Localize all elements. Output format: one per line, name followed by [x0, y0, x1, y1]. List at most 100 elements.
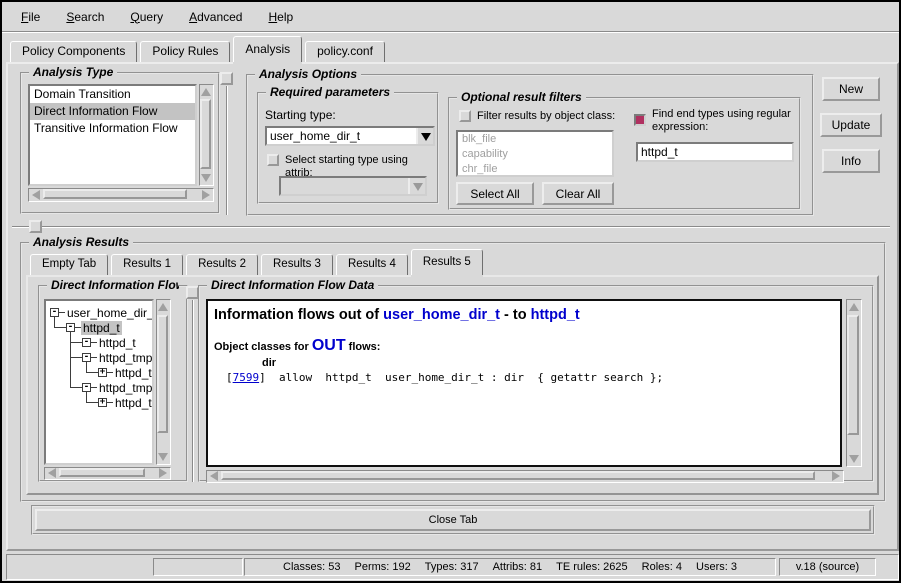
- data-vscrollbar[interactable]: [846, 299, 862, 467]
- list-item-direct-information-flow[interactable]: Direct Information Flow: [30, 103, 195, 120]
- collapse-icon[interactable]: -: [50, 308, 59, 317]
- tree-node[interactable]: -user_home_dir_t: [50, 305, 154, 320]
- tree-node-label[interactable]: httpd_t: [97, 336, 138, 350]
- options-sash-handle[interactable]: [220, 72, 233, 85]
- scrollbar-thumb[interactable]: [200, 99, 211, 169]
- tree-node-label[interactable]: httpd_t: [113, 396, 154, 410]
- list-item-domain-transition[interactable]: Domain Transition: [30, 86, 195, 103]
- info-button[interactable]: Info: [822, 149, 880, 173]
- menu-bar: File Search Query Advanced Help: [2, 2, 899, 32]
- tab-results-3[interactable]: Results 3: [261, 254, 333, 275]
- tab-results-1[interactable]: Results 1: [111, 254, 183, 275]
- scroll-left-icon[interactable]: [48, 468, 56, 478]
- tab-results-2[interactable]: Results 2: [186, 254, 258, 275]
- menu-help[interactable]: Help: [257, 8, 304, 26]
- object-class-list: blk_file capability chr_file: [456, 130, 614, 177]
- stat-attribs: Attribs: 81: [493, 561, 543, 573]
- list-item-transitive-information-flow[interactable]: Transitive Information Flow: [30, 120, 195, 137]
- close-tab-button[interactable]: Close Tab: [35, 509, 871, 531]
- expand-icon[interactable]: +: [98, 398, 107, 407]
- scroll-right-icon[interactable]: [159, 468, 167, 478]
- object-classes-line: Object classes for OUT flows:: [214, 337, 834, 355]
- tab-policy-conf[interactable]: policy.conf: [305, 41, 385, 62]
- tree-vscrollbar[interactable]: [156, 299, 171, 465]
- tree-node-label[interactable]: httpd_t: [113, 366, 154, 380]
- regex-checkbox[interactable]: [634, 114, 646, 126]
- tree-hscrollbar[interactable]: [44, 467, 171, 480]
- tree-node[interactable]: + httpd_t: [98, 365, 154, 380]
- combobox-dropdown-button-disabled: [408, 178, 425, 194]
- scroll-right-icon[interactable]: [832, 471, 840, 481]
- stat-perms: Perms: 192: [355, 561, 411, 573]
- tree-node[interactable]: -httpd_tmp_t: [82, 350, 154, 365]
- analysis-type-vscrollbar[interactable]: [199, 84, 214, 186]
- rule-line: [7599] allow httpd_t user_home_dir_t : d…: [226, 371, 834, 384]
- scrollbar-thumb[interactable]: [157, 315, 168, 433]
- tree-node[interactable]: -httpd_t: [82, 335, 138, 350]
- scrollbar-thumb[interactable]: [43, 189, 187, 199]
- combobox-dropdown-button[interactable]: [416, 128, 433, 144]
- new-button[interactable]: New: [822, 77, 880, 101]
- scroll-up-icon[interactable]: [201, 88, 211, 96]
- results-sash-handle[interactable]: [29, 220, 42, 233]
- tree-node[interactable]: -httpd_tmpfs_t: [82, 380, 154, 395]
- collapse-icon[interactable]: -: [66, 323, 75, 332]
- menu-advanced[interactable]: Advanced: [178, 8, 253, 26]
- analysis-type-hscrollbar[interactable]: [28, 188, 214, 202]
- clear-all-button[interactable]: Clear All: [542, 182, 614, 205]
- flow-data-text[interactable]: Information flows out of user_home_dir_t…: [206, 299, 842, 467]
- tree-node-label[interactable]: user_home_dir_t: [65, 306, 154, 320]
- tab-results-5[interactable]: Results 5: [411, 249, 483, 275]
- expand-icon[interactable]: +: [98, 368, 107, 377]
- regex-input[interactable]: [636, 142, 794, 162]
- scroll-up-icon[interactable]: [849, 303, 859, 311]
- scrollbar-thumb[interactable]: [847, 315, 859, 435]
- collapse-icon[interactable]: -: [82, 383, 91, 392]
- tree-node[interactable]: -httpd_t: [66, 320, 122, 335]
- scroll-up-icon[interactable]: [158, 303, 168, 311]
- object-class-item: blk_file: [458, 132, 612, 147]
- tab-policy-components[interactable]: Policy Components: [10, 41, 137, 62]
- scrollbar-thumb[interactable]: [221, 471, 815, 480]
- collapse-icon[interactable]: -: [82, 338, 91, 347]
- attrib-checkbox[interactable]: [267, 154, 279, 166]
- scroll-down-icon[interactable]: [158, 453, 168, 461]
- analysis-results-group: Analysis Results Empty Tab Results 1 Res…: [20, 242, 886, 502]
- tab-empty-tab[interactable]: Empty Tab: [30, 254, 108, 275]
- scrollbar-thumb[interactable]: [59, 468, 145, 477]
- scroll-right-icon[interactable]: [202, 190, 210, 200]
- tab-policy-rules[interactable]: Policy Rules: [140, 41, 230, 62]
- tree-node-label[interactable]: httpd_tmpfs_t: [97, 381, 154, 395]
- object-class-item: chr_file: [458, 162, 612, 177]
- tab-results-4[interactable]: Results 4: [336, 254, 408, 275]
- results-tab-bar: Empty Tab Results 1 Results 2 Results 3 …: [30, 250, 486, 275]
- analysis-options-title: Analysis Options: [255, 67, 361, 81]
- scroll-down-icon[interactable]: [849, 455, 859, 463]
- scroll-left-icon[interactable]: [32, 190, 40, 200]
- filter-object-class-checkbox[interactable]: [459, 110, 471, 122]
- target-type: httpd_t: [531, 307, 580, 323]
- tree-node-label-selected[interactable]: httpd_t: [81, 321, 122, 335]
- status-empty-field: [153, 558, 243, 576]
- menu-file[interactable]: File: [10, 8, 51, 26]
- tab-analysis[interactable]: Analysis: [233, 36, 302, 62]
- flow-data-title: Direct Information Flow Data: [207, 278, 378, 292]
- update-button[interactable]: Update: [820, 113, 882, 137]
- select-all-button[interactable]: Select All: [456, 182, 534, 205]
- starting-type-value: user_home_dir_t: [267, 128, 416, 144]
- starting-type-combobox[interactable]: user_home_dir_t: [265, 126, 435, 146]
- rule-number-link[interactable]: 7599: [233, 371, 260, 384]
- tree-node-label[interactable]: httpd_tmp_t: [97, 351, 154, 365]
- stat-classes: Classes: 53: [283, 561, 340, 573]
- tree-node[interactable]: + httpd_t: [98, 395, 154, 410]
- apol-window: File Search Query Advanced Help Policy C…: [0, 0, 901, 583]
- analysis-options-group: Analysis Options Required parameters Sta…: [246, 74, 814, 216]
- object-class-name: dir: [262, 357, 834, 369]
- menu-query[interactable]: Query: [119, 8, 174, 26]
- collapse-icon[interactable]: -: [82, 353, 91, 362]
- data-hscrollbar[interactable]: [206, 470, 844, 483]
- attrib-combobox[interactable]: [279, 176, 427, 196]
- scroll-down-icon[interactable]: [201, 174, 211, 182]
- menu-search[interactable]: Search: [55, 8, 115, 26]
- scroll-left-icon[interactable]: [210, 471, 218, 481]
